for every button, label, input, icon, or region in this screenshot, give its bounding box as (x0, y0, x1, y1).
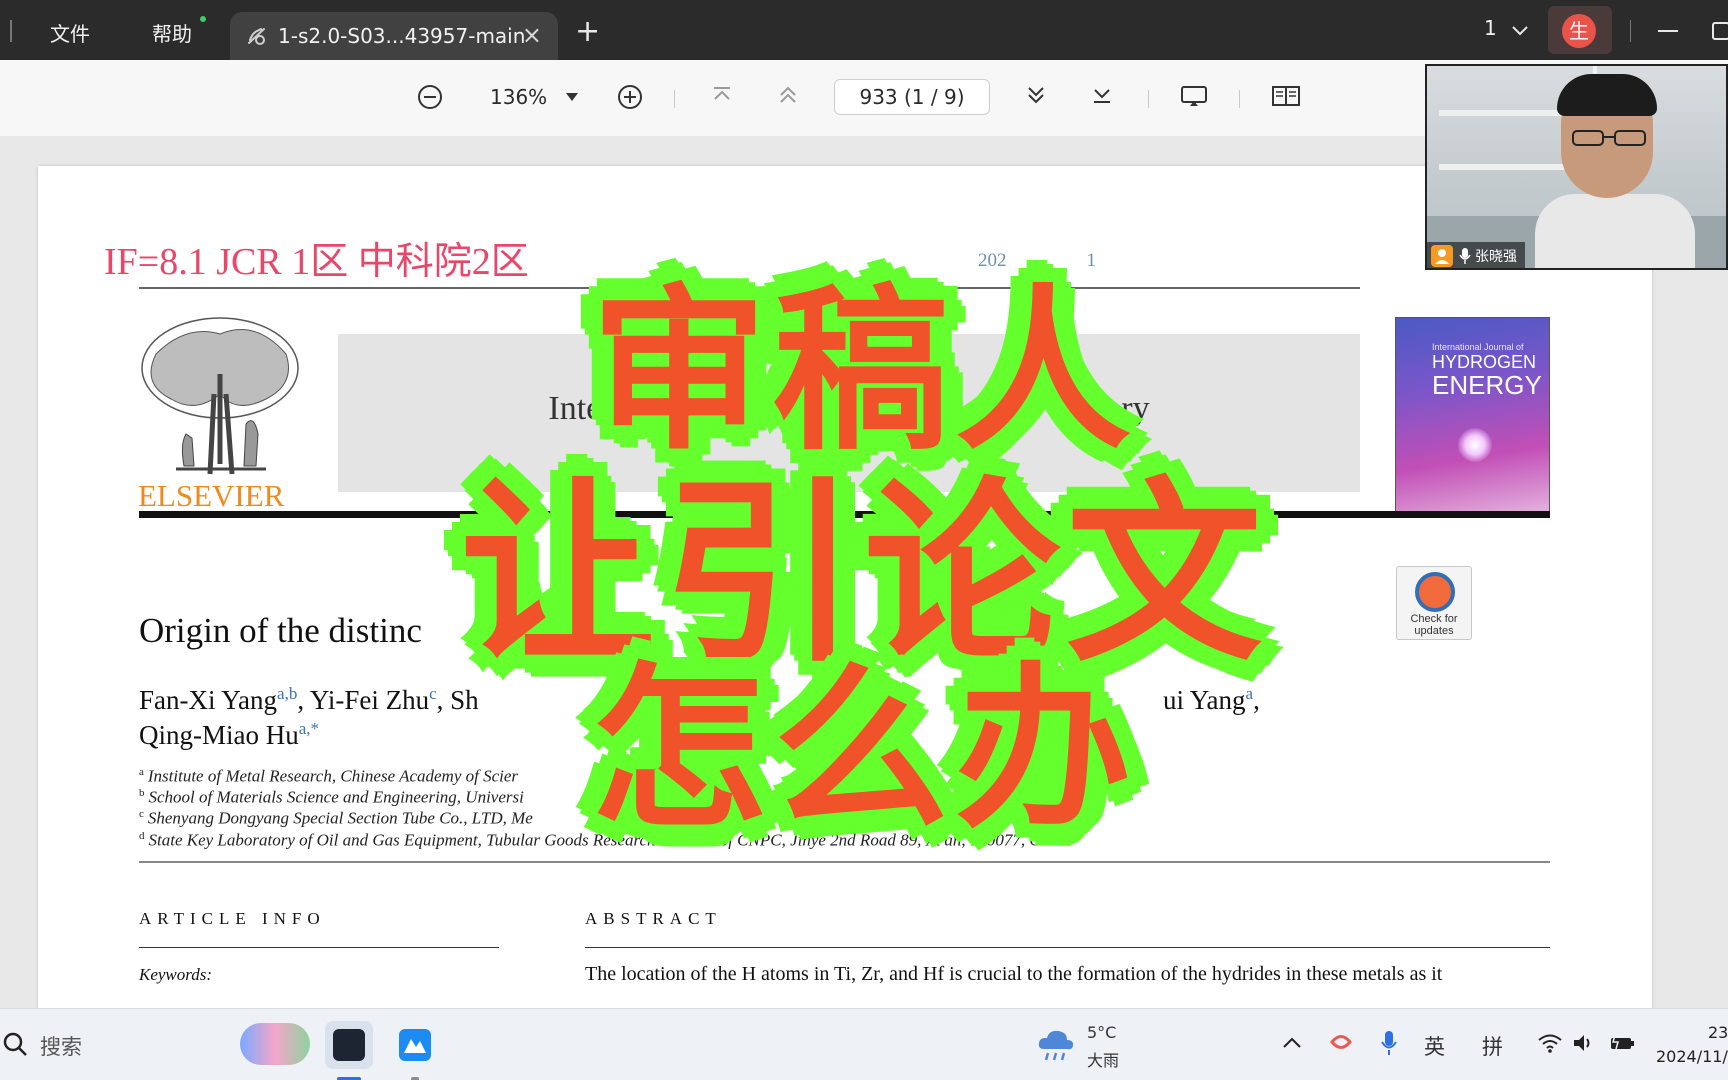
overlay-caption-line3: 怎么办 (590, 647, 1138, 852)
wifi-icon[interactable] (1537, 1033, 1563, 1053)
user-avatar[interactable]: 生 (1562, 14, 1596, 48)
journal-cover-image: International Journal of HYDROGEN ENERGY (1395, 317, 1550, 512)
author-affiliation-link[interactable]: a,* (299, 719, 319, 738)
app-tray-icon[interactable] (1328, 1029, 1354, 1055)
affiliation: c Shenyang Dongyang Special Section Tube … (139, 808, 533, 828)
tab-title: 1-s2.0-S03...43957-main (278, 24, 526, 48)
rain-cloud-icon[interactable] (1036, 1027, 1076, 1063)
clock-date[interactable]: 2024/11/ (1656, 1047, 1728, 1066)
keywords-label: Keywords: (139, 965, 213, 984)
user-icon (1431, 245, 1453, 267)
participant-name: 张晓强 (1475, 249, 1517, 265)
minimize-icon[interactable] (1658, 30, 1678, 32)
microphone-icon[interactable] (1380, 1029, 1398, 1057)
meeting-app-icon (399, 1029, 431, 1061)
participant-name-bar: 张晓强 (1427, 242, 1525, 268)
page-selector-value: 1 (1484, 16, 1497, 40)
cover-graphic (1458, 428, 1492, 462)
page-number-input[interactable]: 933 (1 / 9) (834, 79, 990, 115)
chevron-down-icon (1512, 25, 1528, 35)
zoom-level[interactable]: 136% (490, 85, 547, 109)
next-page-icon[interactable] (1025, 84, 1047, 106)
document-tab[interactable]: 1-s2.0-S03...43957-main × (230, 12, 558, 60)
first-page-icon[interactable] (711, 84, 733, 106)
weather-description[interactable]: 大雨 (1087, 1047, 1119, 1071)
maximize-icon[interactable] (1712, 22, 1728, 40)
divider (585, 947, 1550, 948)
menu-help[interactable]: 帮助 (152, 18, 192, 47)
publisher-name: ELSEVIER (138, 478, 285, 513)
pdf-file-icon (248, 28, 265, 45)
notification-dot (200, 16, 206, 22)
glasses-icon (1572, 130, 1646, 146)
window-controls-divider (1630, 20, 1631, 42)
search-highlight-image[interactable] (240, 1023, 310, 1065)
cover-title-line2: ENERGY (1432, 370, 1542, 400)
ime-mode-indicator[interactable]: 拼 (1482, 1031, 1503, 1061)
article-info-heading: ARTICLE INFO (139, 909, 326, 928)
affiliation: b School of Materials Science and Enginee… (139, 787, 524, 807)
presentation-icon[interactable] (1180, 84, 1208, 108)
person-hair (1557, 74, 1657, 116)
abstract-text: The location of the H atoms in Ti, Zr, a… (585, 963, 1443, 985)
person-body (1535, 194, 1695, 268)
toolbar-divider (674, 90, 675, 108)
close-tab-icon[interactable]: × (522, 21, 542, 49)
authors-line-1: Fan-Xi Yanga,b, Yi-Fei Zhuc, Sh (139, 684, 479, 716)
zoom-in-icon[interactable] (617, 84, 643, 110)
clock-time[interactable]: 23 (1708, 1023, 1728, 1042)
page-selector-dropdown[interactable]: 1 (1484, 16, 1529, 40)
two-page-view-icon[interactable] (1271, 84, 1301, 108)
new-tab-button[interactable]: + (575, 14, 600, 49)
divider (139, 947, 499, 948)
check-for-updates-label: Check for updates (1410, 613, 1458, 637)
check-for-updates-button[interactable]: Check for updates (1396, 566, 1472, 640)
search-box[interactable]: 搜索 (40, 1031, 82, 1061)
ime-language-indicator[interactable]: 英 (1424, 1031, 1445, 1061)
title-bar: 文件 帮助 1-s2.0-S03...43957-main × + 1 生 (0, 0, 1728, 60)
search-icon[interactable] (2, 1031, 28, 1057)
chevron-up-icon[interactable] (1282, 1035, 1302, 1049)
article-title: Origin of the distinc (139, 611, 422, 650)
prev-page-icon[interactable] (777, 84, 799, 106)
editor-app-icon (333, 1029, 365, 1061)
cover-subtitle: International Journal of (1432, 342, 1524, 352)
toolbar-divider (1239, 90, 1240, 108)
author-affiliation-link[interactable]: a,b (277, 684, 297, 703)
volume-icon[interactable] (1572, 1033, 1596, 1053)
affiliation: a Institute of Metal Research, Chinese Ac… (139, 766, 519, 786)
divider (139, 861, 1550, 863)
taskbar: 搜索 5°C 大雨 英 拼 23 2024/11/ (0, 1008, 1728, 1080)
author-affiliation-link[interactable]: c (429, 684, 437, 703)
webcam-preview[interactable]: 张晓强 (1425, 64, 1728, 270)
menu-file[interactable]: 文件 (50, 18, 90, 47)
last-page-icon[interactable] (1091, 84, 1113, 106)
author-name: Fan-Xi Yang (139, 685, 278, 715)
zoom-out-icon[interactable] (417, 84, 443, 110)
elsevier-tree-logo (141, 317, 299, 475)
abstract-heading: ABSTRACT (585, 909, 722, 928)
author-name: , Yi-Fei Zhu (297, 685, 430, 715)
toolbar-divider (1148, 90, 1149, 108)
taskbar-app-editor[interactable] (325, 1021, 373, 1080)
authors-line-2: Qing-Miao Hua,* (139, 719, 319, 751)
battery-icon[interactable] (1609, 1033, 1635, 1053)
titlebar-divider (10, 20, 12, 42)
weather-temperature[interactable]: 5°C (1087, 1023, 1116, 1042)
author-name: Qing-Miao Hu (139, 720, 299, 750)
bookmark-badge-icon (1415, 572, 1455, 612)
microphone-icon (1459, 248, 1471, 264)
taskbar-app-meeting[interactable] (391, 1021, 439, 1080)
impact-factor-annotation: IF=8.1 JCR 1区 中科院2区 (104, 241, 529, 283)
zoom-dropdown-icon[interactable] (566, 93, 578, 101)
